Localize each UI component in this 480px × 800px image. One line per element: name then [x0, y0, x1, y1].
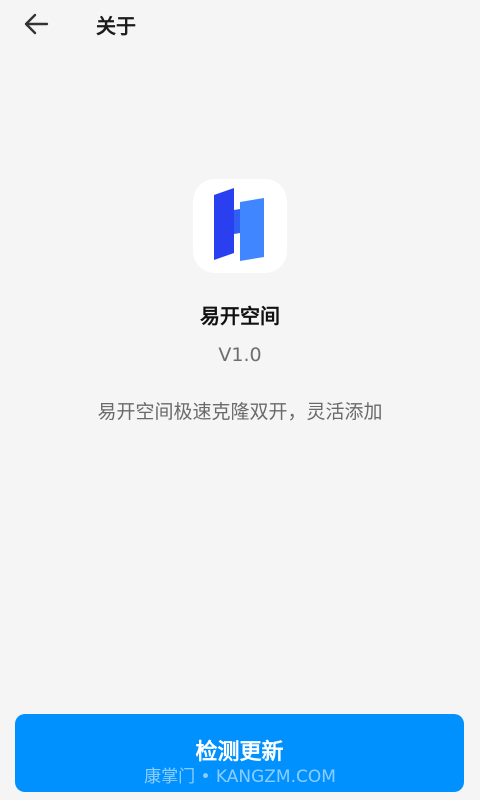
check-update-label: 检测更新: [195, 740, 284, 765]
app-description: 易开空间极速克隆双开，灵活添加: [97, 401, 383, 423]
check-update-button[interactable]: 检测更新: [15, 714, 464, 792]
app-logo-icon: [193, 179, 287, 273]
app-version: V1.0: [218, 344, 262, 366]
top-bar: 关于: [0, 0, 480, 52]
page-title: 关于: [96, 14, 136, 38]
back-button[interactable]: [16, 8, 56, 44]
app-name: 易开空间: [200, 304, 280, 328]
arrow-left-icon: [23, 13, 49, 39]
